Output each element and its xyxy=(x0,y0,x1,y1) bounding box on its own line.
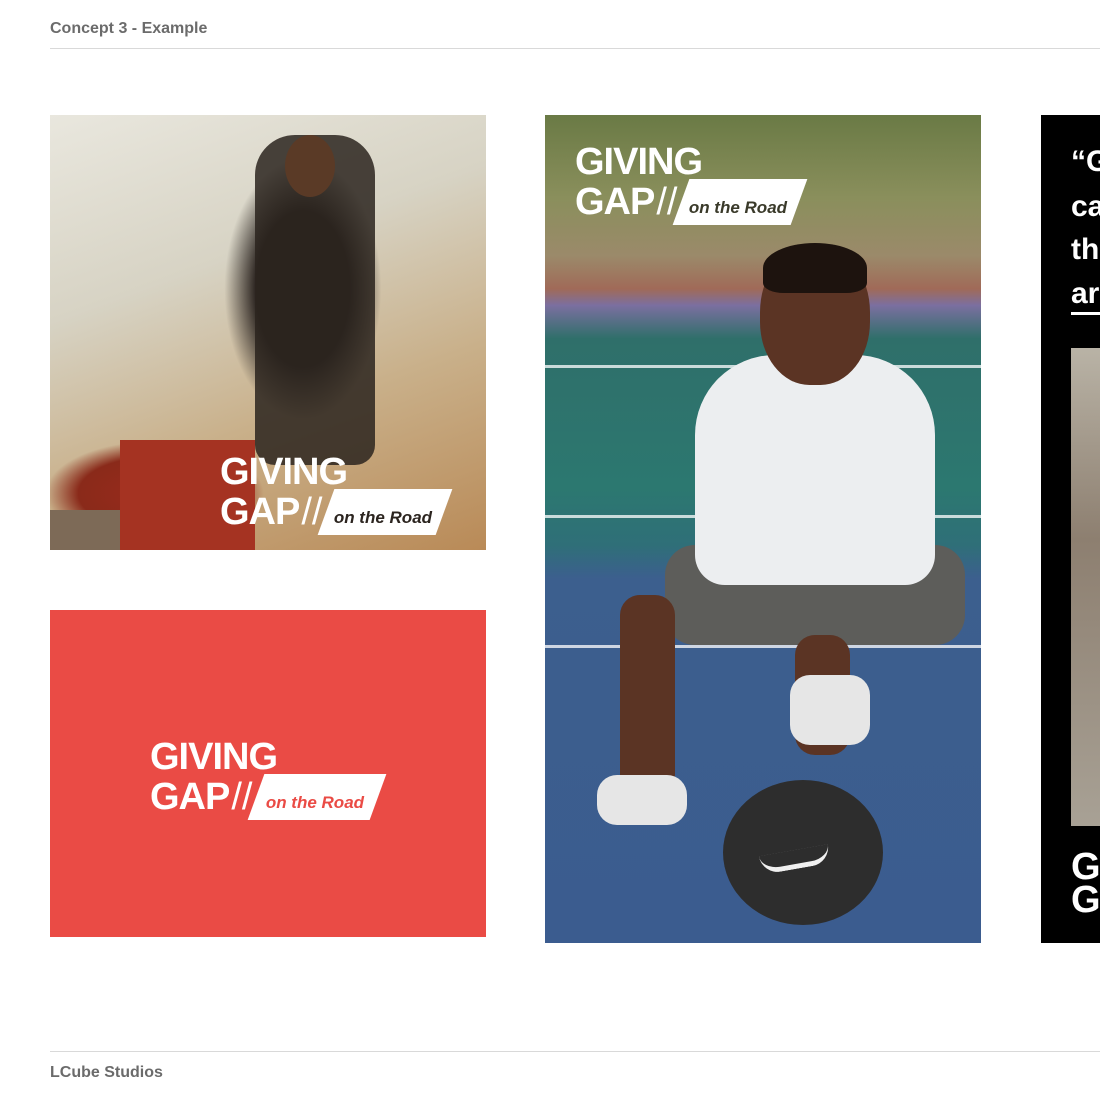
quote-underline xyxy=(1071,312,1100,315)
logo-fragment: G xyxy=(1071,879,1100,921)
logo-tag-box: on the Road xyxy=(248,774,388,821)
logo-line2: GAP xyxy=(575,181,655,224)
quote-line: th xyxy=(1071,233,1100,266)
footer-studio: LCube Studios xyxy=(50,1064,163,1081)
logo-tagline: on the Road xyxy=(266,793,365,813)
quote-photo xyxy=(1071,348,1100,826)
logo-tag-box: on the Road xyxy=(318,489,454,536)
red-logo-card: GIVING GAP // on the Road xyxy=(50,610,486,937)
logo-tagline: on the Road xyxy=(334,508,433,528)
quote-card: “G ca th ar G G xyxy=(1041,115,1100,943)
quote-line: “G xyxy=(1071,145,1100,178)
man-shoe xyxy=(790,675,870,745)
logo-line1: GIVING xyxy=(220,451,348,493)
logo-tag-box: on the Road xyxy=(673,179,809,226)
logo-tagline: on the Road xyxy=(689,198,788,218)
giving-gap-logo: GIVING GAP // on the Road xyxy=(150,736,388,821)
woman-head xyxy=(285,135,335,197)
woman-floor xyxy=(50,510,130,550)
logo-line1: GIVING xyxy=(575,141,703,183)
photo-card-basketball: GIVING GAP // on the Road xyxy=(545,115,981,943)
footer-divider xyxy=(50,1051,1100,1052)
quote-line: ca xyxy=(1071,190,1100,223)
photo-card-woman: GIVING GAP // on the Road xyxy=(50,115,486,550)
man-leg xyxy=(620,595,675,795)
court-line xyxy=(545,645,981,648)
header-divider xyxy=(50,48,1100,49)
quote-line: ar xyxy=(1071,277,1100,310)
man-shirt xyxy=(695,355,935,585)
logo-line2: GAP xyxy=(150,776,230,819)
man-hair xyxy=(763,243,867,293)
giving-gap-logo: GIVING GAP // on the Road xyxy=(575,141,809,226)
page-header-title: Concept 3 - Example xyxy=(50,20,208,37)
logo-line2: GAP xyxy=(220,491,300,534)
giving-gap-logo: GIVING GAP // on the Road xyxy=(220,451,454,536)
man-shoe xyxy=(597,775,687,825)
logo-line1: GIVING xyxy=(150,736,278,778)
